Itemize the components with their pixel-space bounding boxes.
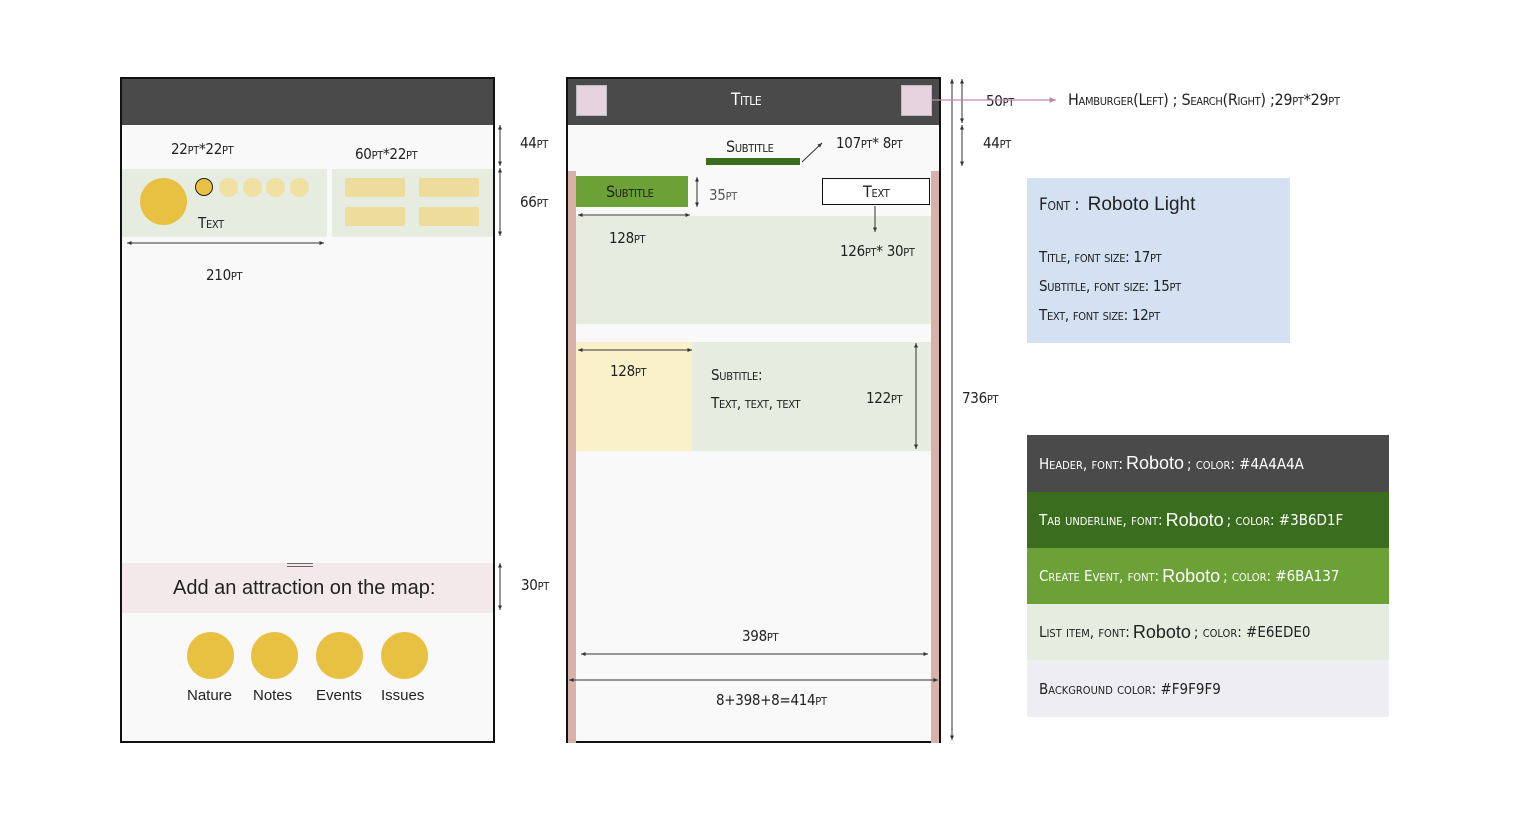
tab-circle-icon[interactable] — [290, 178, 309, 197]
palette-swatch: Create Event, font: Roboto; color: #6BA13… — [1027, 548, 1389, 604]
item-height-annotation: 122pt — [866, 389, 903, 407]
list-width-annotation: 210pt — [206, 266, 243, 284]
events-category-icon[interactable] — [316, 632, 363, 679]
bottom-sheet-handle[interactable] — [287, 563, 313, 567]
header-height-annotation: 50pt — [986, 92, 1014, 110]
list-item-subtitle: Subtitle: — [711, 366, 763, 384]
image-width-annotation: 128pt — [610, 362, 647, 380]
header-height-annotation: 44pt — [520, 134, 548, 152]
tab-subtitle[interactable]: Subtitle — [726, 137, 774, 156]
palette-font: Roboto — [1162, 565, 1221, 586]
content-width-annotation: 398pt — [742, 627, 779, 645]
palette-font: Roboto — [1132, 621, 1191, 642]
palette-font: Roboto — [1125, 453, 1185, 473]
tab-size-annotation: 22pt*22pt — [171, 140, 234, 158]
card-size-annotation: 60pt*22pt — [355, 145, 418, 163]
palette-label: Background color: #F9F9F9 — [1039, 679, 1221, 698]
create-height-annotation: 35pt — [709, 186, 737, 204]
list-item-image — [576, 342, 692, 451]
notes-category-icon[interactable] — [251, 632, 298, 679]
tab-circle-icon[interactable] — [266, 178, 285, 197]
category-label-issues[interactable]: Issues — [381, 687, 424, 704]
palette-swatch: List item, font: Roboto; color: #E6EDE0 — [1027, 604, 1389, 660]
nature-category-icon[interactable] — [187, 632, 234, 679]
font-spec-heading: Font : Roboto Light — [1039, 194, 1195, 216]
palette-font: Roboto — [1165, 509, 1224, 530]
palette-swatch: Header, font: Roboto; color: #4A4A4A — [1027, 435, 1389, 492]
font-name: Roboto Light — [1087, 194, 1196, 215]
list-item-text: Text, text, text — [711, 394, 801, 412]
text-box-size-annotation: 126pt* 30pt — [840, 242, 915, 260]
card-placeholder[interactable] — [345, 207, 405, 226]
button-width-annotation: 128pt — [609, 229, 646, 247]
text-box-label: Text — [863, 182, 890, 201]
palette-swatch: Background color: #F9F9F9 — [1027, 660, 1389, 717]
tab-circle-icon[interactable] — [219, 178, 238, 197]
card-placeholder[interactable] — [419, 207, 479, 226]
hamburger-icon[interactable] — [576, 85, 607, 116]
avatar-circle-icon — [140, 178, 187, 225]
font-label: Font : — [1039, 195, 1080, 215]
left-margin-strip — [568, 171, 576, 743]
palette-swatch: Tab underline, font: Roboto; color: #3B6D… — [1027, 492, 1389, 548]
category-label-events[interactable]: Events — [316, 687, 362, 704]
page-title: Title — [731, 90, 762, 110]
font-spec-line: Text, font size: 12pt — [1039, 306, 1160, 324]
palette-color-code: ; color: #6BA137 — [1223, 567, 1340, 585]
issues-category-icon[interactable] — [381, 632, 428, 679]
right-margin-strip — [931, 171, 939, 743]
bottom-sheet-title: Add an attraction on the map: — [173, 577, 436, 599]
palette-label: Tab underline, font: — [1039, 511, 1163, 529]
palette-color-code: ; color: #E6EDE0 — [1193, 623, 1311, 641]
category-label-nature[interactable]: Nature — [187, 687, 232, 704]
header-icons-note: Hamburger(Left) ; Search(Right) ;29pt*29… — [1068, 90, 1340, 109]
subheader-height-annotation: 44pt — [983, 134, 1011, 152]
category-label-notes[interactable]: Notes — [253, 687, 292, 704]
card-placeholder[interactable] — [419, 178, 479, 197]
palette-color-code: ; color: #3B6D1F — [1226, 511, 1344, 529]
palette-label: List item, font: — [1039, 623, 1130, 641]
screen-height-annotation: 736pt — [962, 389, 999, 407]
create-event-label: Subtitle — [606, 182, 654, 201]
total-width-annotation: 8+398+8=414pt — [716, 691, 827, 709]
font-spec-line: Subtitle, font size: 15pt — [1039, 277, 1181, 295]
underline-size-annotation: 107pt* 8pt — [836, 134, 903, 152]
left-phone-mockup — [120, 77, 495, 743]
palette-color-code: ; color: #4A4A4A — [1187, 454, 1304, 473]
search-icon[interactable] — [901, 85, 932, 116]
font-spec-line: Title, font size: 17pt — [1039, 248, 1162, 266]
tab-underline — [706, 158, 800, 165]
card-placeholder[interactable] — [345, 178, 405, 197]
list-height-annotation: 66pt — [520, 193, 548, 211]
palette-label: Header, font: — [1039, 454, 1123, 473]
left-phone-header — [122, 79, 493, 125]
list-item-text: Text — [198, 214, 224, 232]
tab-circle-icon[interactable] — [243, 178, 262, 197]
sheet-height-annotation: 30pt — [521, 576, 549, 594]
palette-label: Create Event, font: — [1039, 567, 1160, 585]
selected-tab-circle-icon[interactable] — [195, 178, 213, 196]
